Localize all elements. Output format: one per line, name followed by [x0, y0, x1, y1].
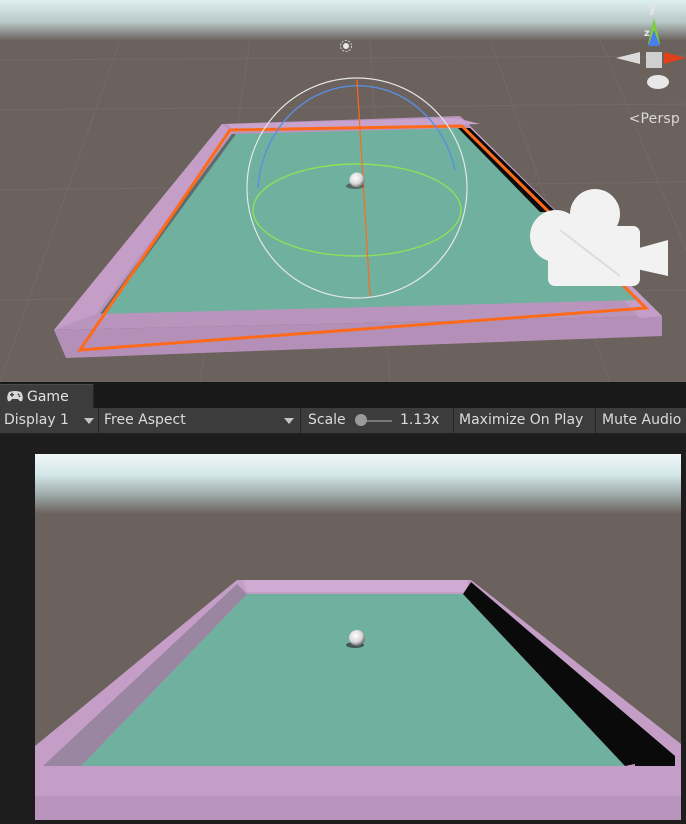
scene-view[interactable]: y z <Persp	[0, 0, 686, 382]
display-dropdown-value: Display 1	[4, 412, 69, 428]
game-tab-bar: Game	[0, 382, 686, 408]
chevron-left-icon: <	[628, 111, 641, 127]
game-viewport[interactable]	[35, 454, 681, 820]
mute-audio-toggle[interactable]: Mute Audio	[602, 408, 681, 433]
projection-toggle[interactable]: <Persp	[629, 111, 680, 127]
scale-slider-thumb[interactable]	[355, 414, 368, 426]
maximize-on-play-toggle[interactable]: Maximize On Play	[459, 408, 583, 433]
game-toolbar: Display 1 Free Aspect Scale 1.13x Maximi…	[0, 408, 686, 434]
gizmo-axis-z-label: z	[644, 28, 650, 39]
gizmo-axis-y-label: y	[648, 1, 657, 16]
toolbar-divider	[595, 408, 596, 433]
tab-game-label: Game	[27, 389, 69, 405]
toolbar-divider	[300, 408, 301, 433]
chevron-down-icon	[84, 418, 94, 424]
scale-value: 1.13x	[400, 412, 440, 428]
aspect-dropdown[interactable]: Free Aspect	[99, 408, 299, 433]
gamepad-icon	[7, 391, 23, 402]
game-view	[0, 434, 686, 824]
projection-label: Persp	[640, 111, 680, 127]
game-sky	[35, 454, 681, 514]
toolbar-divider	[453, 408, 454, 433]
tab-game[interactable]: Game	[0, 384, 94, 408]
aspect-dropdown-value: Free Aspect	[104, 412, 186, 428]
scale-label: Scale	[308, 412, 346, 428]
sky	[0, 0, 686, 40]
chevron-down-icon	[284, 418, 294, 424]
scene-canvas[interactable]	[0, 0, 686, 382]
game-render	[35, 454, 681, 820]
display-dropdown[interactable]: Display 1	[0, 408, 97, 433]
